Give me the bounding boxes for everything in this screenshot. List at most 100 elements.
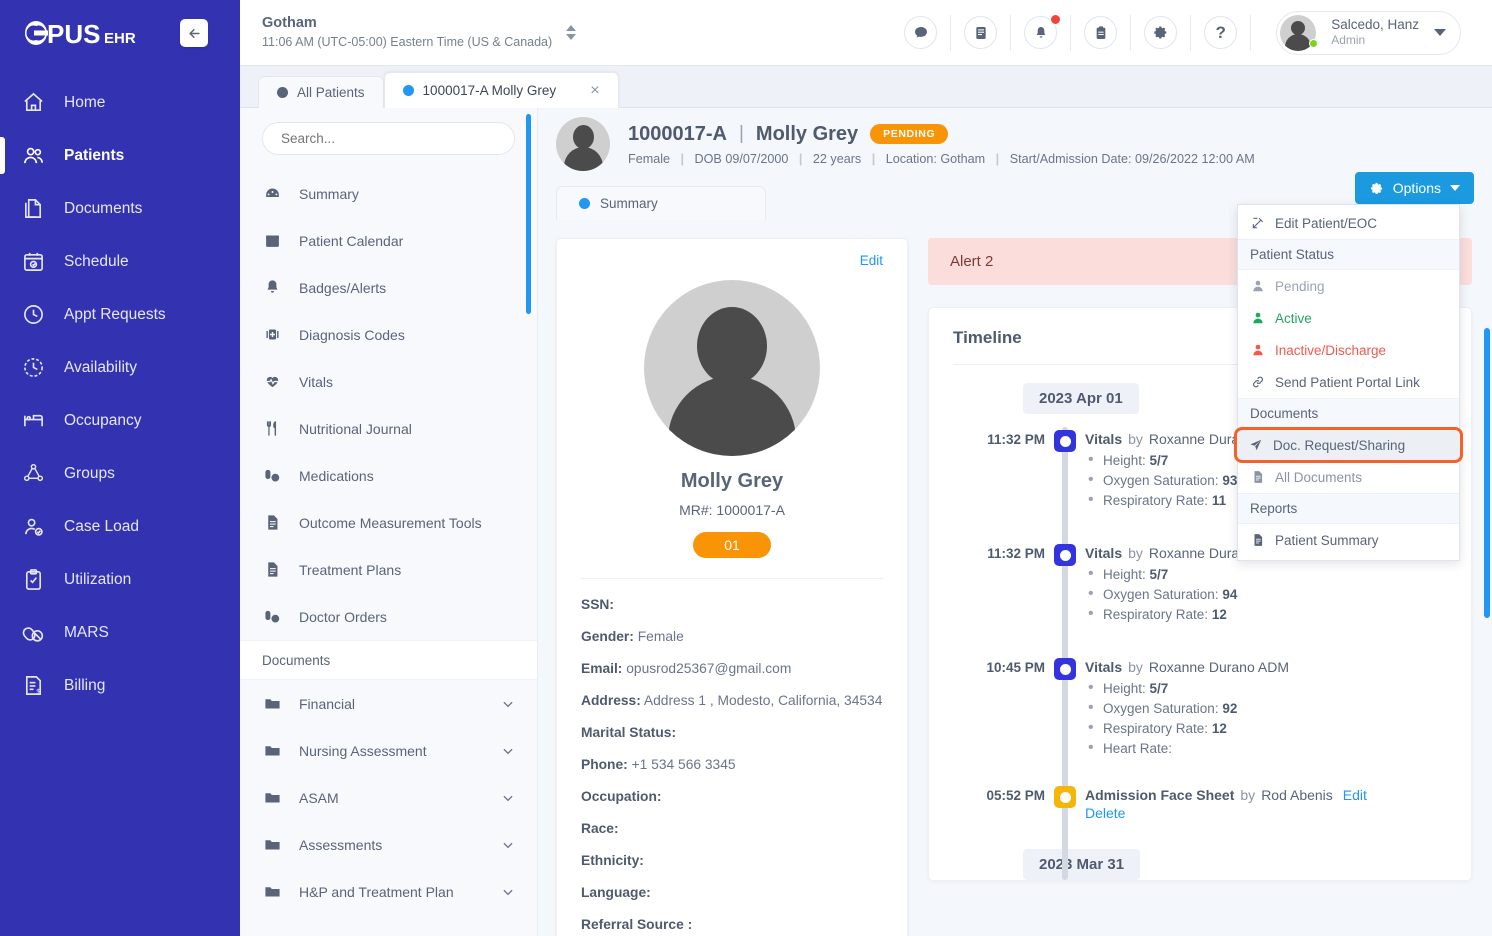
sidebar-item-schedule[interactable]: Schedule (0, 235, 240, 288)
notes-button[interactable] (964, 16, 998, 49)
sidebar-item-home[interactable]: Home (0, 76, 240, 129)
sidebar-item-billing[interactable]: $ Billing (0, 659, 240, 712)
entry-node (1045, 430, 1085, 508)
sidebar-item-appt-requests[interactable]: Appt Requests (0, 288, 240, 341)
pnav-item-vitals[interactable]: Vitals (240, 358, 537, 405)
help-button[interactable]: ? (1204, 16, 1238, 49)
pnav-section-documents: Documents (240, 640, 537, 680)
field-value: +1 534 566 3345 (631, 757, 736, 772)
patient-nav-list: Summary Patient Calendar Badges/Alerts D… (240, 165, 537, 640)
pnav-item-outcome-measurement-tools[interactable]: Outcome Measurement Tools (240, 499, 537, 546)
menu-item-active[interactable]: Active (1238, 302, 1459, 334)
sidebar-item-documents[interactable]: Documents (0, 182, 240, 235)
profile-field-language: Language: (581, 885, 883, 900)
patient-age: 22 years (812, 151, 862, 166)
options-button-label: Options (1392, 180, 1441, 196)
tab-all-patients[interactable]: All Patients (258, 76, 384, 108)
detail-label: Heart Rate: (1103, 741, 1173, 756)
menu-item-edit-patient-eoc[interactable]: Edit Patient/EOC (1238, 207, 1459, 239)
chat-button[interactable] (904, 16, 938, 49)
sidebar-item-patients[interactable]: Patients (0, 129, 240, 182)
detail-item: Respiratory Rate: 12 (1085, 719, 1447, 737)
entry-by-word: by (1128, 545, 1143, 561)
user-menu[interactable]: Salcedo, Hanz Admin (1276, 10, 1461, 55)
detail-item: Respiratory Rate: 12 (1085, 605, 1447, 623)
chevron-down-icon (1434, 29, 1446, 36)
pnav-item-doctor-orders[interactable]: Doctor Orders (240, 593, 537, 640)
entry-time: 11:32 PM (987, 432, 1045, 447)
settings-button[interactable] (1144, 16, 1178, 49)
sidebar-collapse-button[interactable] (180, 19, 208, 47)
pnav-item-medications[interactable]: Medications (240, 452, 537, 499)
clipboard-check-icon (20, 568, 46, 591)
timeline-date-chip: 2023 Apr 01 (1023, 383, 1139, 414)
tasks-button[interactable] (1084, 16, 1118, 49)
detail-value: 93 (1222, 473, 1238, 488)
sidebar-item-availability[interactable]: Availability (0, 341, 240, 394)
close-icon[interactable]: × (576, 82, 599, 99)
entry-delete-link[interactable]: Delete (1085, 805, 1447, 821)
pnav-folder-assessments[interactable]: Assessments (240, 821, 537, 868)
pnav-folder-financial[interactable]: Financial (240, 680, 537, 727)
sidebar-item-utilization[interactable]: Utilization (0, 553, 240, 606)
pnav-folder-nursing-assessment[interactable]: Nursing Assessment (240, 727, 537, 774)
field-label: Email: (581, 661, 623, 676)
pnav-folder-hp-and-treatment-plan[interactable]: H&P and Treatment Plan (240, 868, 537, 915)
menu-item-doc-request-sharing[interactable]: Doc. Request/Sharing (1234, 427, 1463, 463)
main-sidebar: PUS EHR Home Patients Documents Schedule… (0, 0, 240, 936)
entry-edit-link[interactable]: Edit (1343, 787, 1367, 803)
menu-item-inactive-discharge[interactable]: Inactive/Discharge (1238, 334, 1459, 366)
detail-value: 11 (1211, 493, 1227, 508)
separator: | (738, 123, 744, 144)
entry-node (1045, 658, 1085, 756)
field-label: Occupation: (581, 789, 662, 804)
entry-content: Admission Face Sheet by Rod Abenis Edit Del… (1085, 786, 1447, 821)
menu-item-all-documents[interactable]: All Documents (1238, 461, 1459, 493)
online-status-dot (1309, 39, 1319, 48)
facility-selector[interactable]: Gotham 11:06 AM (UTC-05:00) Eastern Time… (262, 14, 577, 50)
menu-item-patient-summary[interactable]: Patient Summary (1238, 524, 1459, 556)
options-button[interactable]: Options (1354, 172, 1474, 204)
timeline-node-icon (1054, 430, 1076, 452)
clock-icon (20, 303, 46, 326)
profile-edit-link[interactable]: Edit (581, 253, 883, 268)
patient-name: Molly Grey (755, 122, 859, 145)
heart-pulse-icon (262, 373, 282, 390)
pnav-item-summary[interactable]: Summary (240, 170, 537, 217)
field-label: Marital Status: (581, 725, 677, 740)
main-area: Gotham 11:06 AM (UTC-05:00) Eastern Time… (240, 0, 1492, 936)
detail-value: 12 (1211, 607, 1227, 622)
detail-label: Respiratory Rate: (1103, 721, 1209, 736)
chevron-down-icon (501, 697, 515, 711)
sidebar-item-groups[interactable]: Groups (0, 447, 240, 500)
tab-patient-1000017a[interactable]: 1000017-A Molly Grey × (383, 72, 619, 108)
pnav-item-diagnosis-codes[interactable]: Diagnosis Codes (240, 311, 537, 358)
pnav-item-patient-calendar[interactable]: Patient Calendar (240, 217, 537, 264)
tab-label: 1000017-A Molly Grey (422, 83, 557, 98)
timeline-entry: 05:52 PM Admission Face Sheet by Rod Abeni… (953, 786, 1447, 821)
sidebar-label: MARS (64, 623, 109, 641)
pnav-item-badges-alerts[interactable]: Badges/Alerts (240, 264, 537, 311)
pnav-folder-label: H&P and Treatment Plan (299, 883, 454, 900)
sidebar-item-mars[interactable]: MARS (0, 606, 240, 659)
pnav-scrollbar-thumb[interactable] (526, 114, 531, 314)
pnav-folder-asam[interactable]: ASAM (240, 774, 537, 821)
help-icon: ? (1215, 22, 1226, 42)
menu-item-pending[interactable]: Pending (1238, 270, 1459, 302)
pnav-item-nutritional-journal[interactable]: Nutritional Journal (240, 405, 537, 452)
patient-avatar (556, 117, 610, 171)
profile-name: Molly Grey (680, 470, 784, 492)
pnav-folder-label: ASAM (299, 789, 339, 806)
sidebar-item-case-load[interactable]: Case Load (0, 500, 240, 553)
tab-summary[interactable]: Summary (556, 186, 766, 220)
meta-separator: | (871, 151, 876, 166)
menu-item-send-patient-portal-link[interactable]: Send Patient Portal Link (1238, 366, 1459, 398)
facility-name: Gotham (262, 15, 317, 32)
sidebar-item-occupancy[interactable]: Occupancy (0, 394, 240, 447)
search-input[interactable] (262, 122, 515, 155)
detail-label: Oxygen Saturation: (1103, 701, 1219, 716)
pnav-folder-label: Nursing Assessment (299, 742, 427, 759)
pnav-item-treatment-plans[interactable]: Treatment Plans (240, 546, 537, 593)
timeline-date-chip: 2023 Mar 31 (1023, 849, 1141, 880)
main-scrollbar-thumb[interactable] (1484, 328, 1490, 618)
